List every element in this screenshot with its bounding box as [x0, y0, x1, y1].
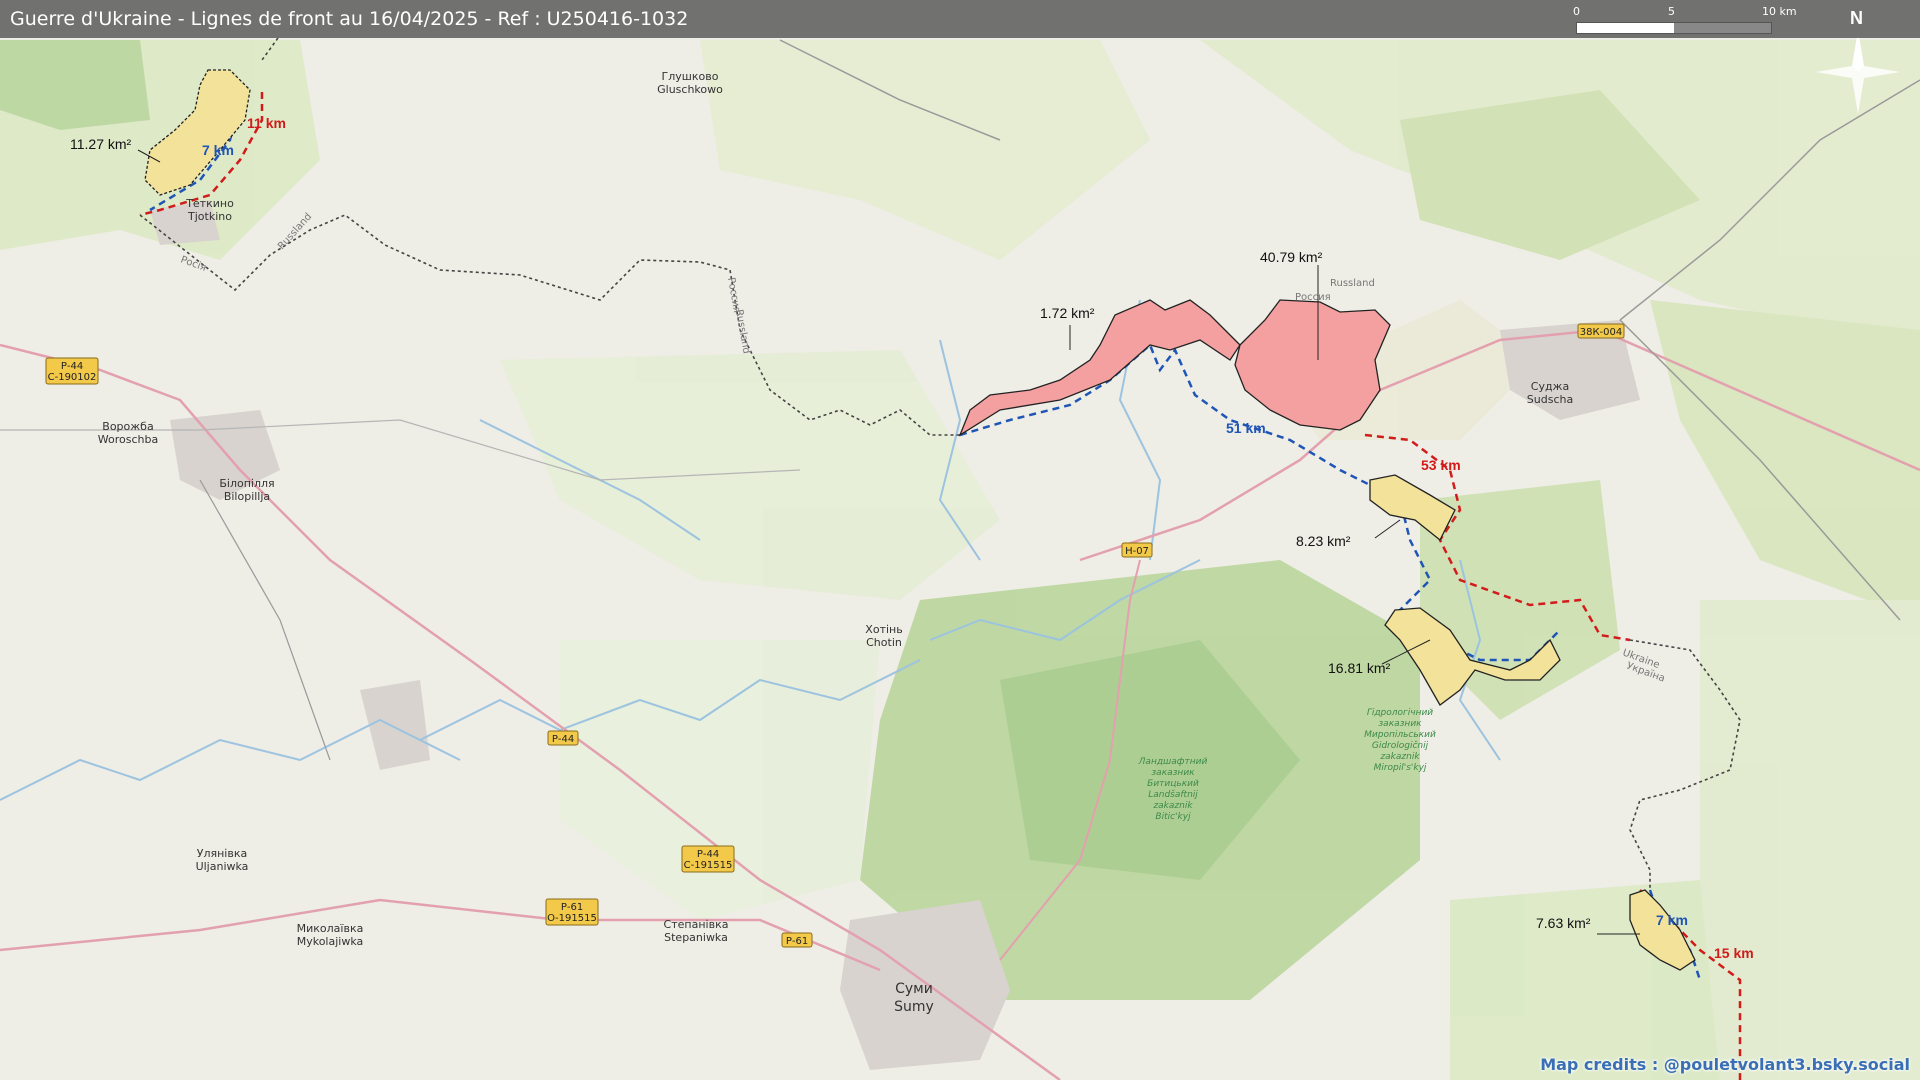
road-shield-label: О-191515: [547, 913, 597, 924]
map-title: Guerre d'Ukraine - Lignes de front au 16…: [10, 8, 689, 30]
reserve-label: Ландшафтний: [1138, 757, 1208, 767]
road-shield-label: Р-44: [552, 734, 574, 745]
road-shield-label: Р-44: [61, 361, 83, 372]
place-label: Stepaniwka: [664, 931, 728, 944]
place-label: Bilopillja: [224, 490, 270, 503]
distance-label: 7 km: [202, 142, 234, 158]
road-shield-label: С-191515: [684, 860, 733, 871]
reserve-label: Миропільський: [1364, 730, 1436, 740]
place-label: Tjotkino: [187, 210, 232, 223]
place-label: Суджа: [1531, 380, 1569, 393]
area-label: 7.63 km²: [1536, 915, 1591, 931]
place-label: Хотінь: [865, 623, 902, 636]
road-shield-label: Р-44: [697, 849, 719, 860]
road-shield-label: Н-07: [1125, 546, 1149, 557]
reserve-label: заказник: [1151, 768, 1195, 778]
distance-label: 53 km: [1421, 457, 1461, 473]
area-label: 16.81 km²: [1328, 660, 1391, 676]
scale-bar: [1576, 22, 1772, 34]
reserve-label: Гідрологічний: [1367, 708, 1433, 718]
place-label: Суми: [895, 981, 933, 997]
area-label: 11.27 km²: [70, 136, 132, 152]
road-shield-label: 38К-004: [1580, 327, 1623, 338]
place-label: Woroschba: [98, 433, 158, 446]
road-shield-label: С-190102: [48, 372, 97, 383]
place-label: Sudscha: [1527, 393, 1573, 406]
scale-label: 10 km: [1762, 5, 1797, 18]
reserve-label: заказник: [1378, 719, 1422, 729]
area-label: 1.72 km²: [1040, 305, 1095, 321]
place-label: Mykolajiwka: [297, 935, 364, 948]
distance-label: 7 km: [1656, 912, 1688, 928]
place-label: Chotin: [866, 636, 902, 649]
place-label: Sumy: [894, 999, 934, 1015]
place-label: Білопілля: [219, 477, 274, 490]
border-label: Russland: [1330, 278, 1375, 289]
scale-label: 5: [1668, 5, 1675, 18]
scale-label: 0: [1573, 5, 1580, 18]
place-label: Степанівка: [664, 918, 729, 931]
border-label: Россия: [1295, 292, 1331, 303]
road-shield-label: Р-61: [786, 936, 808, 947]
place-label: Теткино: [185, 197, 234, 210]
north-label: N: [1850, 8, 1863, 28]
place-label: Ворожба: [102, 420, 153, 433]
distance-label: 51 km: [1226, 420, 1266, 436]
reserve-label: zakaznik: [1379, 752, 1420, 762]
map-canvas[interactable]: 11.27 km² 1.72 km² 40.79 km² 8.23 km² 16…: [0, 0, 1920, 1080]
reserve-label: Gidrologičnij: [1372, 740, 1429, 751]
area-label: 8.23 km²: [1296, 533, 1351, 549]
reserve-label: Miropil's'kyj: [1374, 763, 1427, 773]
place-label: Gluschkowo: [657, 83, 723, 96]
reserve-label: Битицький: [1147, 779, 1199, 789]
road-shield-label: Р-61: [561, 902, 583, 913]
place-label: Миколаївка: [297, 922, 364, 935]
place-label: Uljaniwka: [196, 860, 249, 873]
place-label: Глушково: [662, 70, 719, 83]
distance-label: 15 km: [1714, 945, 1754, 961]
map-credits[interactable]: Map credits : @pouletvolant3.bsky.social: [1540, 1055, 1910, 1074]
reserve-label: Landšaftnij: [1148, 789, 1198, 800]
reserve-label: Bitic'kyj: [1155, 812, 1191, 822]
place-label: Улянівка: [197, 847, 247, 860]
distance-label: 11 km: [247, 115, 286, 131]
reserve-label: zakaznik: [1152, 801, 1193, 811]
area-label: 40.79 km²: [1260, 249, 1323, 265]
